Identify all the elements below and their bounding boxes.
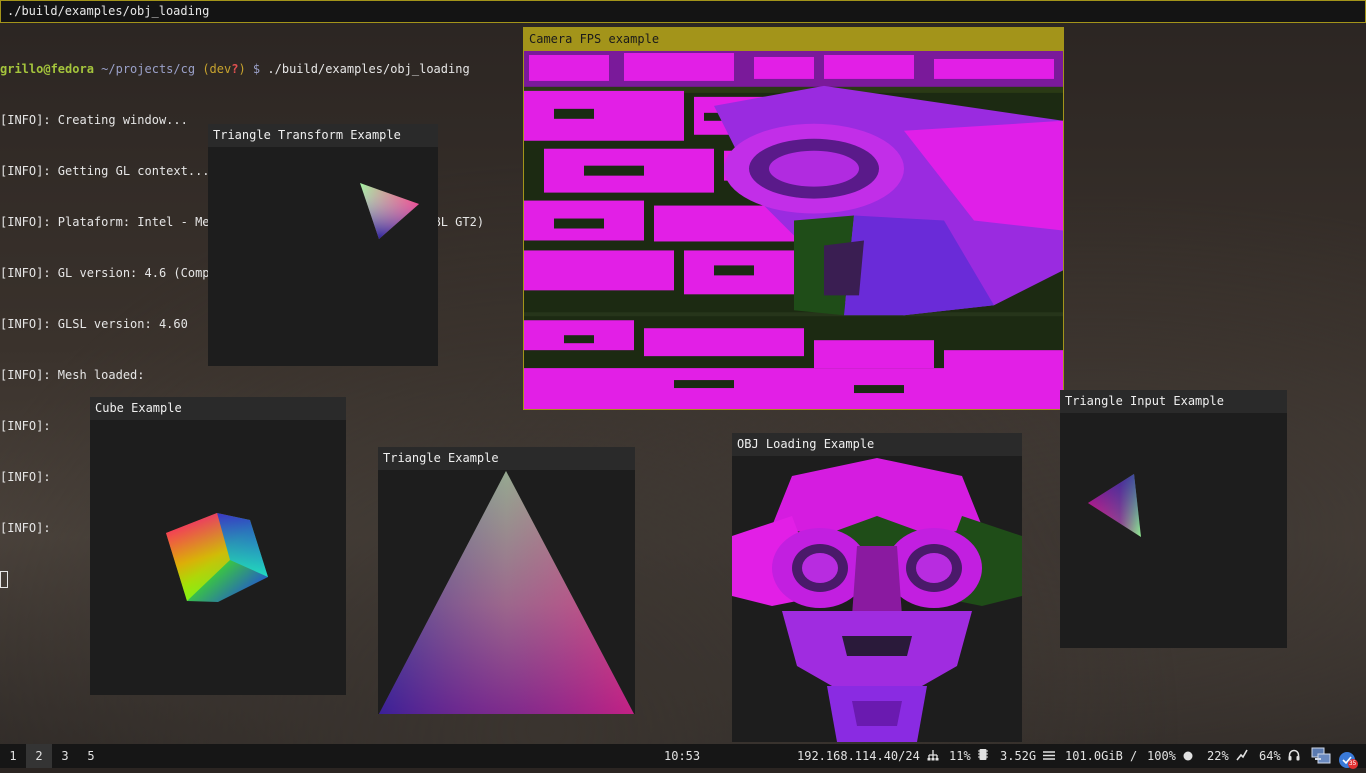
obj-loading-canvas[interactable] bbox=[732, 456, 1022, 742]
cube-window[interactable]: Cube Example bbox=[90, 397, 346, 695]
disk-free: 101.0GiB / bbox=[1065, 749, 1138, 763]
cpu-status[interactable]: 11% bbox=[949, 744, 988, 769]
battery-status[interactable]: 64% bbox=[1259, 744, 1300, 769]
cpu-usage: 11% bbox=[949, 749, 971, 763]
triangle-window[interactable]: Triangle Example bbox=[378, 447, 635, 714]
camera-fps-canvas[interactable] bbox=[524, 51, 1063, 409]
prompt-user: grillo@fedora bbox=[0, 62, 94, 76]
brightness-status[interactable]: 22% bbox=[1207, 744, 1248, 769]
volume-level: 100% bbox=[1147, 749, 1176, 763]
triangle-input-window[interactable]: Triangle Input Example bbox=[1060, 390, 1287, 648]
triangle-transform-window-title[interactable]: Triangle Transform Example bbox=[208, 124, 438, 147]
workspace-3[interactable]: 3 bbox=[52, 744, 78, 768]
prompt-branch: (dev?) bbox=[202, 62, 246, 76]
monkey-mesh-render bbox=[732, 458, 1022, 742]
network-manager-tray[interactable] bbox=[1311, 747, 1331, 773]
network-manager-icon bbox=[1311, 747, 1331, 773]
terminal-prompt-line: grillo@fedora ~/projects/cg (dev?) $ ./b… bbox=[0, 61, 520, 78]
memory-usage: 3.52G bbox=[1000, 749, 1037, 763]
obj-loading-window[interactable]: OBJ Loading Example bbox=[732, 433, 1022, 742]
window-title-bar: ./build/examples/obj_loading bbox=[0, 0, 1366, 23]
prompt-command: ./build/examples/obj_loading bbox=[267, 62, 470, 76]
workspace-5[interactable]: 5 bbox=[78, 744, 104, 768]
cube-canvas[interactable] bbox=[90, 420, 346, 695]
focused-window-title: ./build/examples/obj_loading bbox=[7, 4, 210, 18]
prompt-path: ~/projects/cg bbox=[101, 62, 196, 76]
notification-count: 35 bbox=[1349, 759, 1357, 767]
triangle-window-title[interactable]: Triangle Example bbox=[378, 447, 635, 470]
network-icon bbox=[927, 745, 939, 769]
network-status[interactable]: 192.168.114.40/24 bbox=[797, 744, 939, 769]
triangle-input-canvas[interactable] bbox=[1060, 413, 1287, 648]
notification-tray[interactable]: 35 bbox=[1338, 747, 1358, 771]
triangle-transform-window[interactable]: Triangle Transform Example bbox=[208, 124, 438, 366]
cpu-icon bbox=[977, 745, 988, 769]
cube-window-title[interactable]: Cube Example bbox=[90, 397, 346, 420]
disk-status[interactable]: 101.0GiB / bbox=[1065, 744, 1137, 768]
volume-dot-icon bbox=[1183, 745, 1193, 769]
triangle-input-window-title[interactable]: Triangle Input Example bbox=[1060, 390, 1287, 413]
volume-status[interactable]: 100% bbox=[1147, 744, 1193, 769]
workspace-1[interactable]: 1 bbox=[0, 744, 26, 768]
clock[interactable]: 10:53 bbox=[664, 744, 700, 768]
memory-icon bbox=[1043, 745, 1056, 769]
ip-address: 192.168.114.40/24 bbox=[797, 749, 920, 763]
memory-status[interactable]: 3.52G bbox=[1000, 744, 1056, 769]
triangle-transform-canvas[interactable] bbox=[208, 147, 438, 366]
notification-badge-icon: 35 bbox=[1338, 751, 1358, 769]
brightness-icon bbox=[1236, 745, 1248, 769]
terminal-cursor bbox=[0, 571, 8, 588]
prompt-symbol: $ bbox=[252, 62, 261, 76]
obj-loading-window-title[interactable]: OBJ Loading Example bbox=[732, 433, 1022, 456]
brightness-level: 22% bbox=[1207, 749, 1229, 763]
workspace-2[interactable]: 2 bbox=[26, 744, 52, 768]
headphones-icon bbox=[1288, 745, 1300, 769]
terminal-output-line: [INFO]: Mesh loaded: bbox=[0, 368, 145, 382]
battery-level: 64% bbox=[1259, 749, 1281, 763]
triangle-canvas[interactable] bbox=[378, 470, 635, 714]
camera-fps-window-title[interactable]: Camera FPS example bbox=[524, 28, 1063, 51]
camera-fps-window[interactable]: Camera FPS example bbox=[523, 27, 1064, 410]
status-bar: 1 2 3 5 10:53 192.168.114.40/24 11% 3.52… bbox=[0, 744, 1366, 771]
